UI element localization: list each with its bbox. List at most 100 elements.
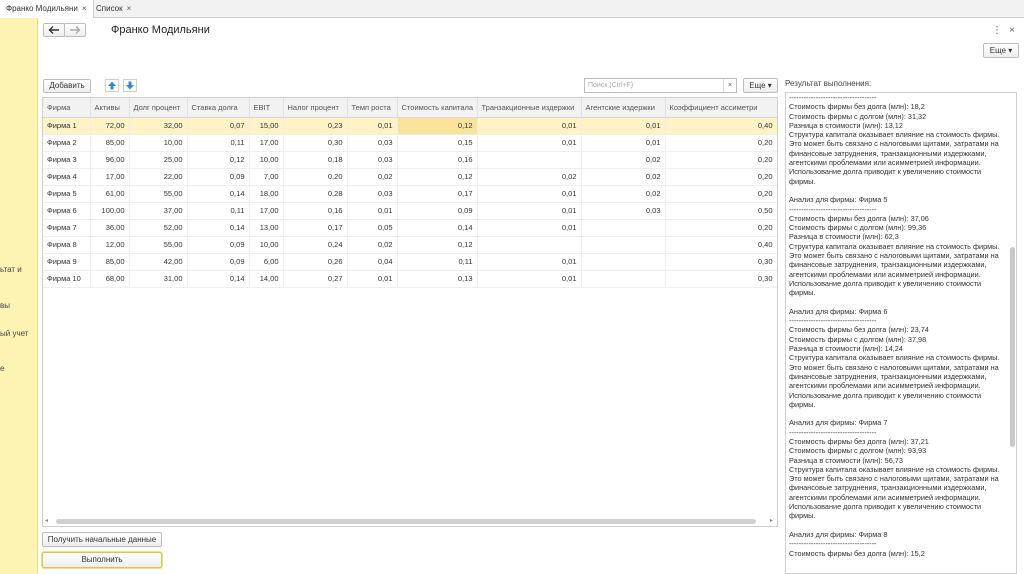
table-cell[interactable]: 0,09: [187, 253, 250, 271]
table-cell[interactable]: 15,00: [249, 117, 284, 135]
firm-name-cell[interactable]: Фирма 8: [43, 236, 91, 254]
table-cell[interactable]: 0,12: [187, 151, 250, 169]
firm-name-cell[interactable]: Фирма 9: [43, 253, 91, 271]
table-cell[interactable]: 0,01: [477, 117, 582, 135]
table-cell[interactable]: 7,00: [249, 168, 284, 186]
add-button[interactable]: Добавить: [43, 79, 91, 93]
table-cell[interactable]: 13,00: [249, 219, 284, 237]
table-cell[interactable]: 0,23: [283, 117, 348, 135]
firm-name-cell[interactable]: Фирма 10: [43, 270, 91, 288]
table-cell[interactable]: 0,13: [397, 270, 478, 288]
table-cell[interactable]: 0,01: [477, 202, 582, 220]
table-cell[interactable]: 36,00: [90, 219, 130, 237]
table-cell[interactable]: [477, 151, 582, 169]
move-down-button[interactable]: [123, 79, 137, 92]
table-row[interactable]: Фирма 3 96,00 25,00 0,12 10,00 0,18 0,03 0,16 0,…: [43, 151, 777, 169]
table-cell[interactable]: 0,03: [347, 151, 398, 169]
table-cell[interactable]: 0,30: [665, 253, 777, 271]
table-cell[interactable]: 0,20: [665, 185, 777, 203]
table-cell[interactable]: 0,24: [283, 236, 348, 254]
table-cell[interactable]: 0,09: [187, 168, 250, 186]
table-cell[interactable]: 0,02: [477, 168, 582, 186]
table-row[interactable]: Фирма 4 17,00 22,00 0,09 7,00 0,20 0,02 0,12 0,0…: [43, 168, 777, 186]
move-up-button[interactable]: [105, 79, 119, 92]
table-cell[interactable]: 0,02: [581, 185, 666, 203]
table-cell[interactable]: 0,14: [187, 219, 250, 237]
column-header[interactable]: Ставка долга: [187, 98, 250, 118]
table-cell[interactable]: 17,00: [249, 134, 284, 152]
table-cell[interactable]: 0,01: [347, 202, 398, 220]
table-cell[interactable]: 0,20: [665, 219, 777, 237]
forward-button[interactable]: [64, 23, 86, 37]
close-icon[interactable]: ×: [82, 4, 87, 13]
data-table[interactable]: Фирма Активы Долг процент Ставка долга E…: [42, 97, 778, 527]
table-cell[interactable]: 0,11: [187, 202, 250, 220]
table-cell[interactable]: 12,00: [90, 236, 130, 254]
table-cell[interactable]: 0,09: [187, 236, 250, 254]
table-cell[interactable]: 0,20: [283, 168, 348, 186]
table-cell[interactable]: [581, 236, 666, 254]
table-cell[interactable]: 0,15: [397, 134, 478, 152]
table-cell[interactable]: 31,00: [129, 270, 188, 288]
table-cell[interactable]: 72,00: [90, 117, 130, 135]
table-cell[interactable]: 0,07: [187, 117, 250, 135]
table-cell[interactable]: [581, 219, 666, 237]
column-header[interactable]: Темп роста: [347, 98, 398, 118]
column-header[interactable]: Транзакционные издержки: [477, 98, 582, 118]
table-cell[interactable]: 0,11: [187, 134, 250, 152]
table-cell[interactable]: 0,16: [397, 151, 478, 169]
table-cell[interactable]: 0,20: [665, 151, 777, 169]
table-cell[interactable]: 0,20: [665, 168, 777, 186]
table-cell[interactable]: 22,00: [129, 168, 188, 186]
table-row[interactable]: Фирма 5 61,00 55,00 0,14 18,00 0,28 0,03 0,17 0,…: [43, 185, 777, 203]
firm-name-cell[interactable]: Фирма 7: [43, 219, 91, 237]
table-cell[interactable]: 0,17: [397, 185, 478, 203]
table-cell[interactable]: 85,00: [90, 253, 130, 271]
table-cell[interactable]: 0,17: [283, 219, 348, 237]
menu-icon[interactable]: ⋮: [992, 25, 1002, 36]
column-header[interactable]: Активы: [90, 98, 130, 118]
tab-franko-modiliani[interactable]: Франко Модильяни ×: [0, 0, 94, 18]
table-cell[interactable]: 0,50: [665, 202, 777, 220]
table-cell[interactable]: 68,00: [90, 270, 130, 288]
table-cell[interactable]: [477, 236, 582, 254]
table-cell[interactable]: 0,40: [665, 117, 777, 135]
table-cell[interactable]: 0,02: [347, 236, 398, 254]
table-cell[interactable]: 52,00: [129, 219, 188, 237]
firm-name-cell[interactable]: Фирма 2: [43, 134, 91, 152]
table-cell[interactable]: [581, 253, 666, 271]
table-cell[interactable]: 10,00: [249, 236, 284, 254]
table-cell[interactable]: 55,00: [129, 236, 188, 254]
table-cell[interactable]: 0,26: [283, 253, 348, 271]
table-cell[interactable]: 55,00: [129, 185, 188, 203]
table-cell[interactable]: 0,09: [397, 202, 478, 220]
search-input[interactable]: Поиск (Ctrl+F) ×: [584, 78, 737, 93]
table-row[interactable]: Фирма 7 36,00 52,00 0,14 13,00 0,17 0,05 0,14 0,…: [43, 219, 777, 237]
sidebar-item[interactable]: ый учет: [0, 329, 28, 338]
table-cell[interactable]: 0,01: [477, 253, 582, 271]
table-cell[interactable]: 0,11: [397, 253, 478, 271]
table-cell[interactable]: 0,18: [283, 151, 348, 169]
column-header[interactable]: Коэффициент ассиметри: [665, 98, 777, 118]
table-cell[interactable]: 0,12: [397, 236, 478, 254]
table-row[interactable]: Фирма 1 72,00 32,00 0,07 15,00 0,23 0,01 0,12 0,…: [43, 117, 777, 135]
table-cell[interactable]: 100,00: [90, 202, 130, 220]
table-cell[interactable]: 0,28: [283, 185, 348, 203]
table-cell[interactable]: 0,05: [347, 219, 398, 237]
table-cell[interactable]: 25,00: [129, 151, 188, 169]
table-row[interactable]: Фирма 10 68,00 31,00 0,14 14,00 0,27 0,01 0,13 0…: [43, 270, 777, 288]
clear-search-icon[interactable]: ×: [723, 79, 736, 92]
table-row[interactable]: Фирма 6 100,00 37,00 0,11 17,00 0,16 0,01 0,09 0…: [43, 202, 777, 220]
firm-name-cell[interactable]: Фирма 3: [43, 151, 91, 169]
column-header[interactable]: Фирма: [43, 98, 91, 118]
scroll-right-icon[interactable]: ▸: [770, 517, 773, 524]
table-cell[interactable]: 0,01: [581, 134, 666, 152]
table-cell[interactable]: 10,00: [249, 151, 284, 169]
firm-name-cell[interactable]: Фирма 6: [43, 202, 91, 220]
table-row[interactable]: Фирма 9 85,00 42,00 0,09 6,00 0,26 0,04 0,11 0,0…: [43, 253, 777, 271]
table-cell[interactable]: 0,02: [581, 168, 666, 186]
table-cell[interactable]: 0,02: [581, 151, 666, 169]
table-cell[interactable]: 17,00: [90, 168, 130, 186]
table-row[interactable]: Фирма 8 12,00 55,00 0,09 10,00 0,24 0,02 0,12 0,…: [43, 236, 777, 254]
table-cell[interactable]: 0,12: [397, 168, 478, 186]
